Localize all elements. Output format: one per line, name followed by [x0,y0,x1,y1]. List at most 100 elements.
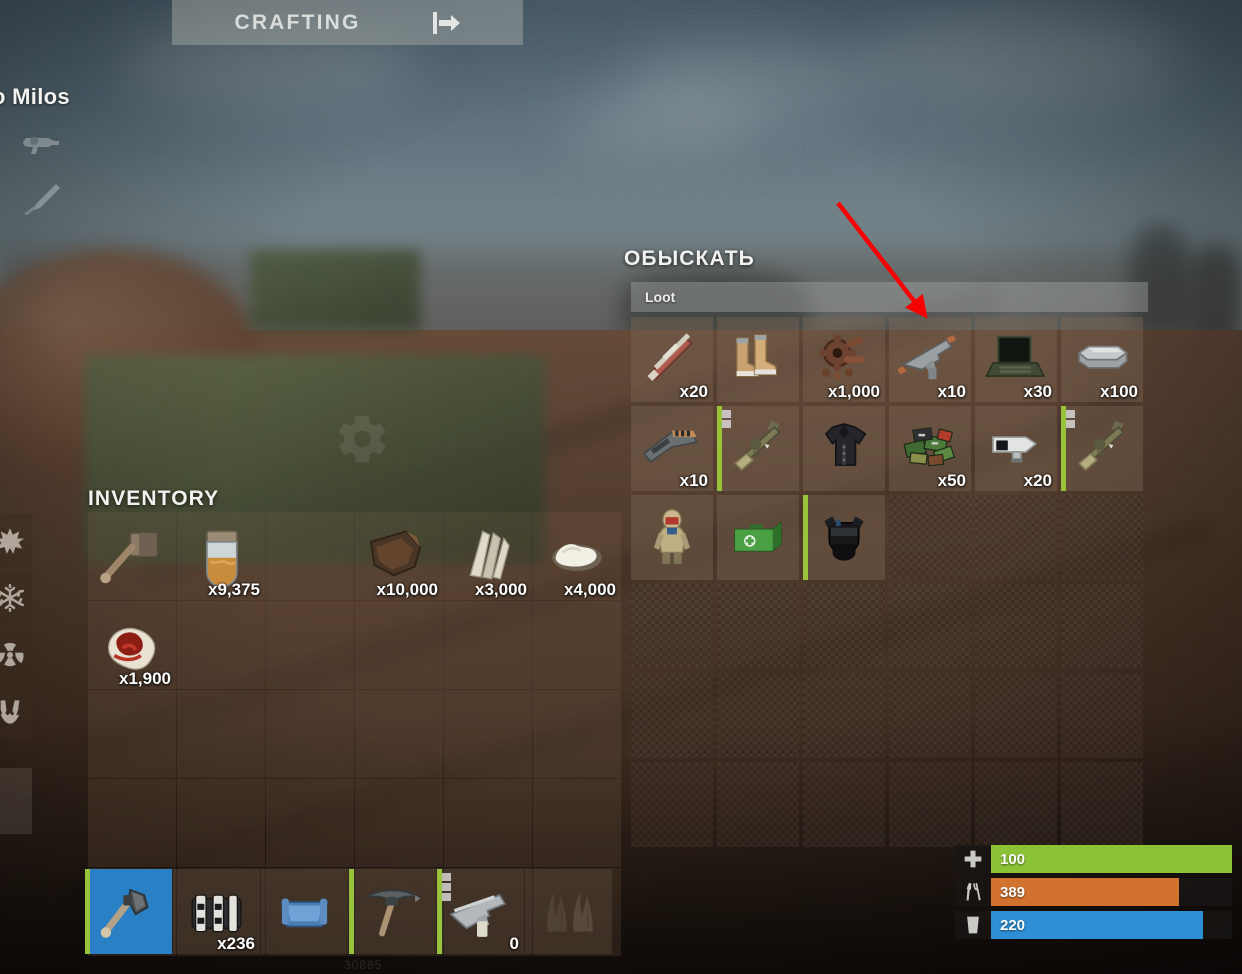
inventory-slot-empty[interactable] [177,690,265,778]
health-track: 100 [991,845,1232,873]
loot-slot-empty[interactable] [975,584,1057,669]
health-cross-icon [955,845,991,873]
thirst-track: 220 [991,911,1232,939]
attachment-slots[interactable] [442,873,451,901]
condition-bar [803,495,808,580]
loot-slot-empty[interactable] [889,673,971,758]
water-glass-icon [955,911,991,939]
loot-slot-pistol[interactable]: x10 [889,317,971,402]
status-hunger: 389 [955,878,1232,906]
hotbar-slot-hatchet[interactable] [85,869,172,954]
inventory-slot-empty[interactable] [266,512,354,600]
hunger-value: 389 [1000,883,1026,901]
inventory-slot-empty[interactable] [533,779,621,867]
attachment-slots[interactable] [722,410,731,428]
inventory-slot-leather[interactable]: x10,000 [355,512,443,600]
inventory-slot-empty[interactable] [533,601,621,689]
loot-slot-empty[interactable] [717,762,799,847]
protection-row-radiation [0,628,32,682]
attachment-slots[interactable] [1066,410,1075,428]
health-fill: 100 [991,845,1232,873]
inventory-slot-empty[interactable] [444,601,532,689]
loot-slot-empty[interactable] [803,762,885,847]
loot-slot-laptop[interactable]: x30 [975,317,1057,402]
thirst-value: 220 [1000,916,1026,934]
inventory-slot-empty[interactable] [88,779,176,867]
loot-slot-empty[interactable] [1061,762,1143,847]
inventory-slot-empty[interactable] [355,779,443,867]
loot-slot-electronics[interactable]: x50 [889,406,971,491]
inventory-slot-empty[interactable] [355,690,443,778]
loot-slot-empty[interactable] [717,584,799,669]
inventory-slot-empty[interactable] [444,779,532,867]
loot-grid[interactable]: x20 x1,000 x10 x30 x100 x10 x50 x20 [631,317,1148,847]
loot-slot-empty[interactable] [631,673,713,758]
food-icon [955,878,991,906]
hotbar-slot-blue-item[interactable] [261,869,348,954]
hotbar-slot-dried-plants[interactable] [525,869,612,954]
tab-crafting-label: CRAFTING [234,10,361,34]
loot-slot-empty[interactable] [631,584,713,669]
inventory-slot-empty[interactable] [177,779,265,867]
hunger-fill: 389 [991,878,1179,906]
hunger-track: 389 [991,878,1232,906]
inventory-title: INVENTORY [88,487,220,510]
inventory-slot-empty[interactable] [266,690,354,778]
loot-slot-chainsaw[interactable]: x10 [631,406,713,491]
inventory-slot-empty[interactable] [266,601,354,689]
cloud [860,10,1180,110]
bite-fangs-icon [0,700,20,724]
loot-slot-explosive-charge[interactable]: x20 [631,317,713,402]
inventory-slot-cloth[interactable]: x4,000 [533,512,621,600]
inventory-slot-empty[interactable] [444,690,532,778]
health-value: 100 [1000,850,1026,868]
protection-row-explosion [0,514,32,568]
loot-slot-empty[interactable] [631,762,713,847]
loot-slot-gears[interactable]: x1,000 [803,317,885,402]
cloud [560,95,760,155]
inventory-slot-empty[interactable] [355,601,443,689]
crate [250,250,420,330]
loot-slot-boots[interactable] [717,317,799,402]
status-thirst: 220 [955,911,1232,939]
loot-slot-empty[interactable] [1061,495,1143,580]
hotbar[interactable]: x236 0 [85,869,612,954]
inventory-slot-sledgehammer[interactable] [88,512,176,600]
loot-slot-helmet[interactable] [803,495,885,580]
loot-slot-hazmat-suit[interactable] [631,495,713,580]
status-bars: 100 389 220 [955,845,1232,944]
loot-slot-jacket[interactable] [803,406,885,491]
hotbar-slot-pistol[interactable]: 0 [437,869,524,954]
inventory-slot-empty[interactable] [177,601,265,689]
loot-slot-medical-crate[interactable] [717,495,799,580]
loot-panel: Loot x20 x1,000 x10 x30 x100 x10 x50 x20 [631,282,1148,847]
inventory-slot-empty[interactable] [266,779,354,867]
loot-slot-empty[interactable] [975,762,1057,847]
loot-slot-rifle[interactable] [1061,406,1143,491]
inventory-slot-jar-of-liquid[interactable]: x9,375 [177,512,265,600]
inventory-slot-bone-fragments[interactable]: x3,000 [444,512,532,600]
loot-slot-empty[interactable] [975,673,1057,758]
inventory-slot-raw-meat[interactable]: x1,900 [88,601,176,689]
exit-arrow-icon[interactable] [431,11,461,35]
loot-slot-empty[interactable] [889,762,971,847]
loot-slot-cctv-camera[interactable]: x20 [975,406,1057,491]
loot-slot-empty[interactable] [889,495,971,580]
inventory-slot-empty[interactable] [88,690,176,778]
tab-crafting[interactable]: CRAFTING [172,0,523,45]
loot-slot-empty[interactable] [803,673,885,758]
hotbar-slot-pickaxe[interactable] [349,869,436,954]
loot-slot-empty[interactable] [1061,584,1143,669]
loot-slot-empty[interactable] [803,584,885,669]
inventory-slot-empty[interactable] [533,690,621,778]
loot-slot-empty[interactable] [975,495,1057,580]
loot-slot-empty[interactable] [889,584,971,669]
hotbar-slot-explosives[interactable]: x236 [173,869,260,954]
loot-slot-empty[interactable] [717,673,799,758]
loot-slot-rifle[interactable] [717,406,799,491]
loot-slot-empty[interactable] [1061,673,1143,758]
loot-slot-metal-ingot[interactable]: x100 [1061,317,1143,402]
protection-stats-strip [0,514,32,742]
seed-watermark: 30885 [344,958,383,972]
armor-slot-partial[interactable] [0,768,32,834]
